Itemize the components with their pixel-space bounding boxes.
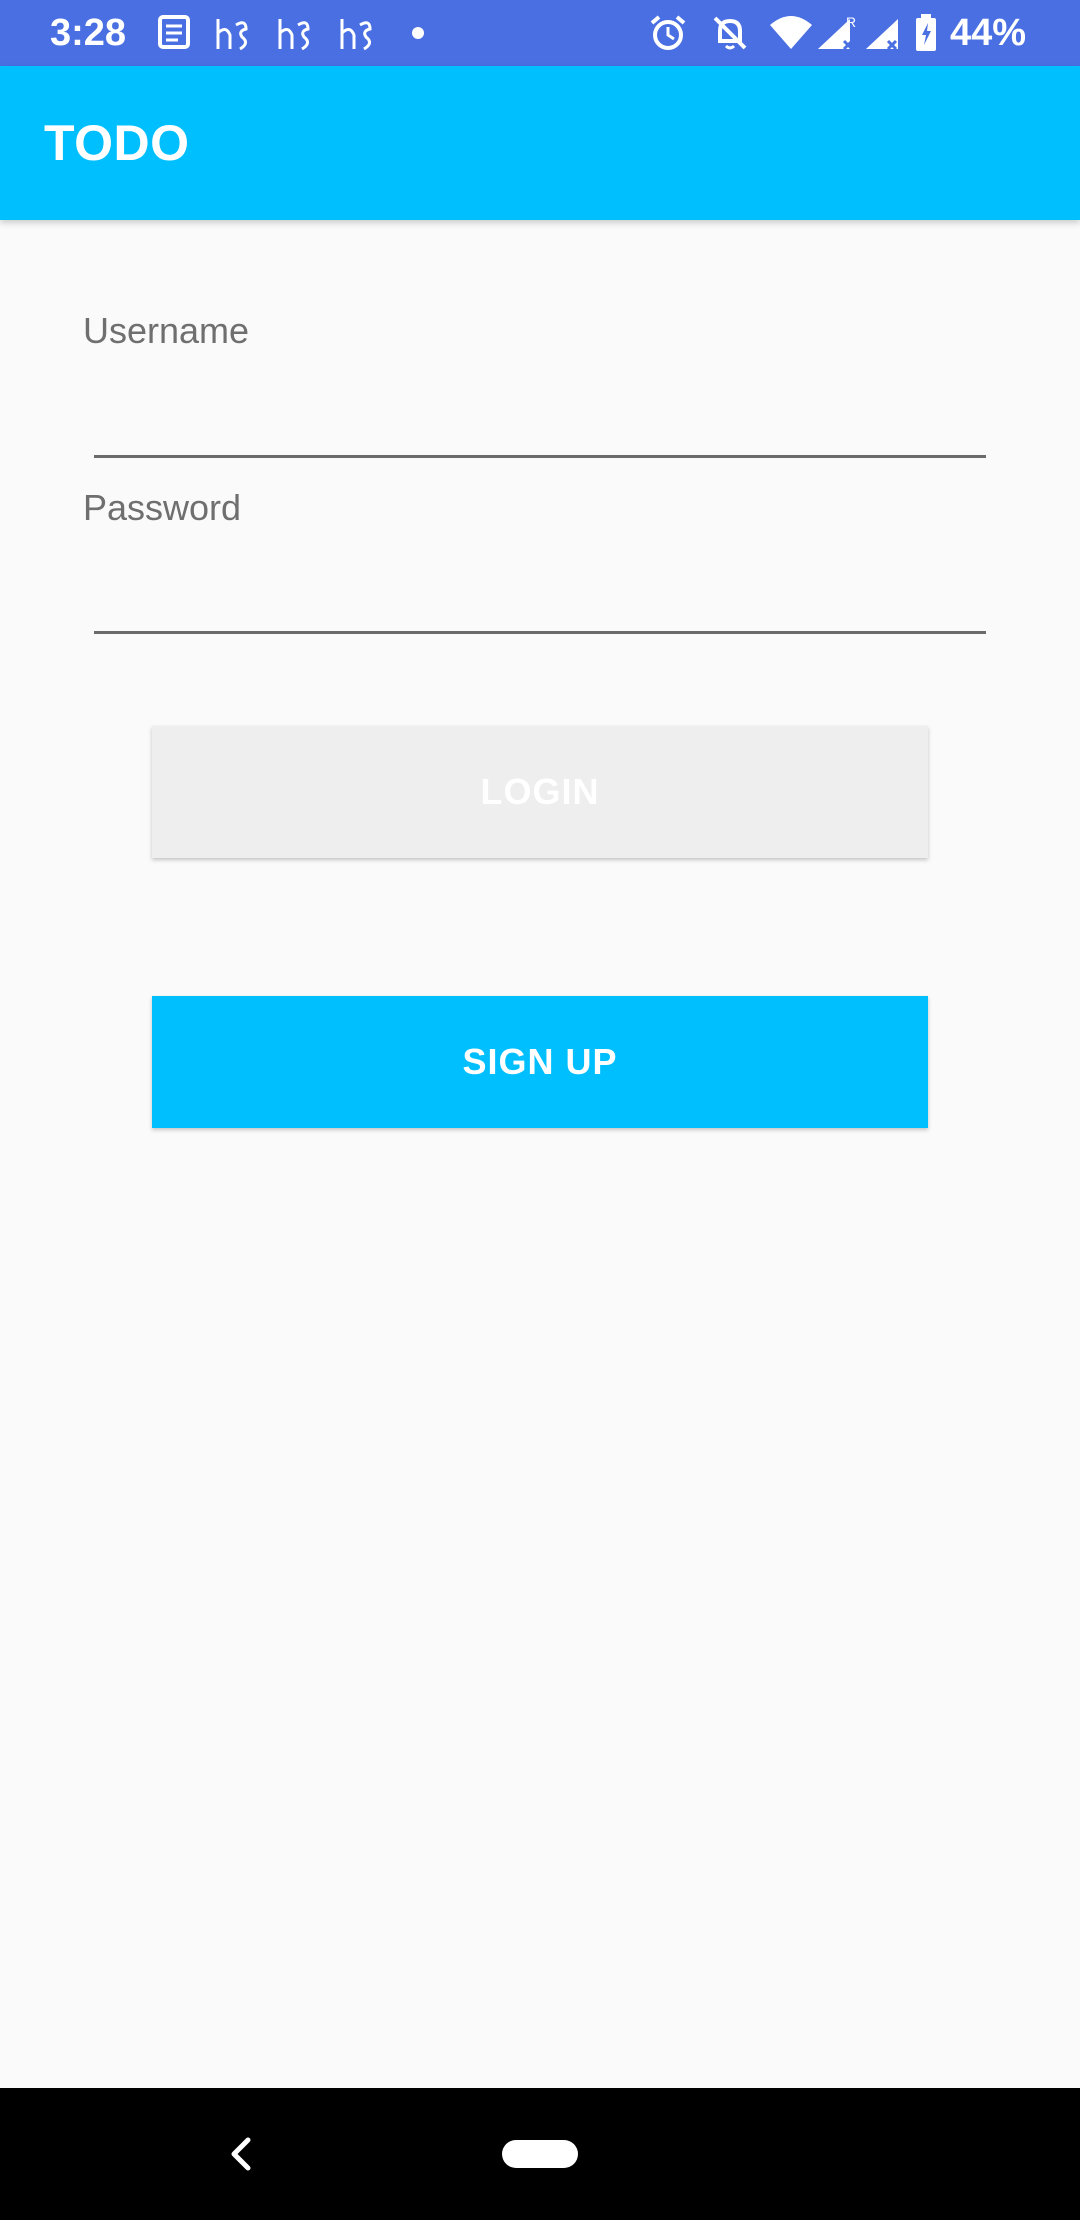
status-time: 3:28 bbox=[50, 12, 127, 54]
hs-app-icon bbox=[216, 19, 248, 51]
app-title: TODO bbox=[44, 115, 190, 171]
hs-app-icon bbox=[340, 19, 372, 51]
battery-percent: 44% bbox=[950, 12, 1027, 54]
cell-signal-icon bbox=[866, 19, 898, 51]
hs-app-icon bbox=[278, 19, 310, 51]
login-screen: 3:28 R 44% TODO Username Password LOGIN … bbox=[0, 0, 1080, 2220]
svg-text:R: R bbox=[846, 14, 856, 30]
username-label: Username bbox=[83, 310, 250, 351]
status-bar: 3:28 R 44% bbox=[0, 0, 1080, 66]
username-field[interactable] bbox=[94, 388, 986, 458]
dot-icon bbox=[412, 27, 424, 39]
password-field[interactable] bbox=[94, 564, 986, 634]
wifi-icon bbox=[770, 16, 812, 49]
navigation-bar bbox=[0, 2088, 1080, 2220]
battery-charging-icon bbox=[916, 14, 936, 51]
login-button[interactable]: LOGIN bbox=[152, 726, 928, 858]
cell-signal-roaming-icon: R bbox=[818, 14, 856, 51]
back-icon[interactable] bbox=[222, 2134, 262, 2174]
sign-up-button[interactable]: SIGN UP bbox=[152, 996, 928, 1128]
home-pill-icon[interactable] bbox=[502, 2140, 578, 2168]
alarm-icon bbox=[650, 15, 686, 50]
news-icon bbox=[158, 15, 190, 49]
password-label: Password bbox=[83, 487, 242, 528]
notifications-off-icon bbox=[713, 16, 747, 50]
app-bar: TODO bbox=[0, 66, 1080, 220]
